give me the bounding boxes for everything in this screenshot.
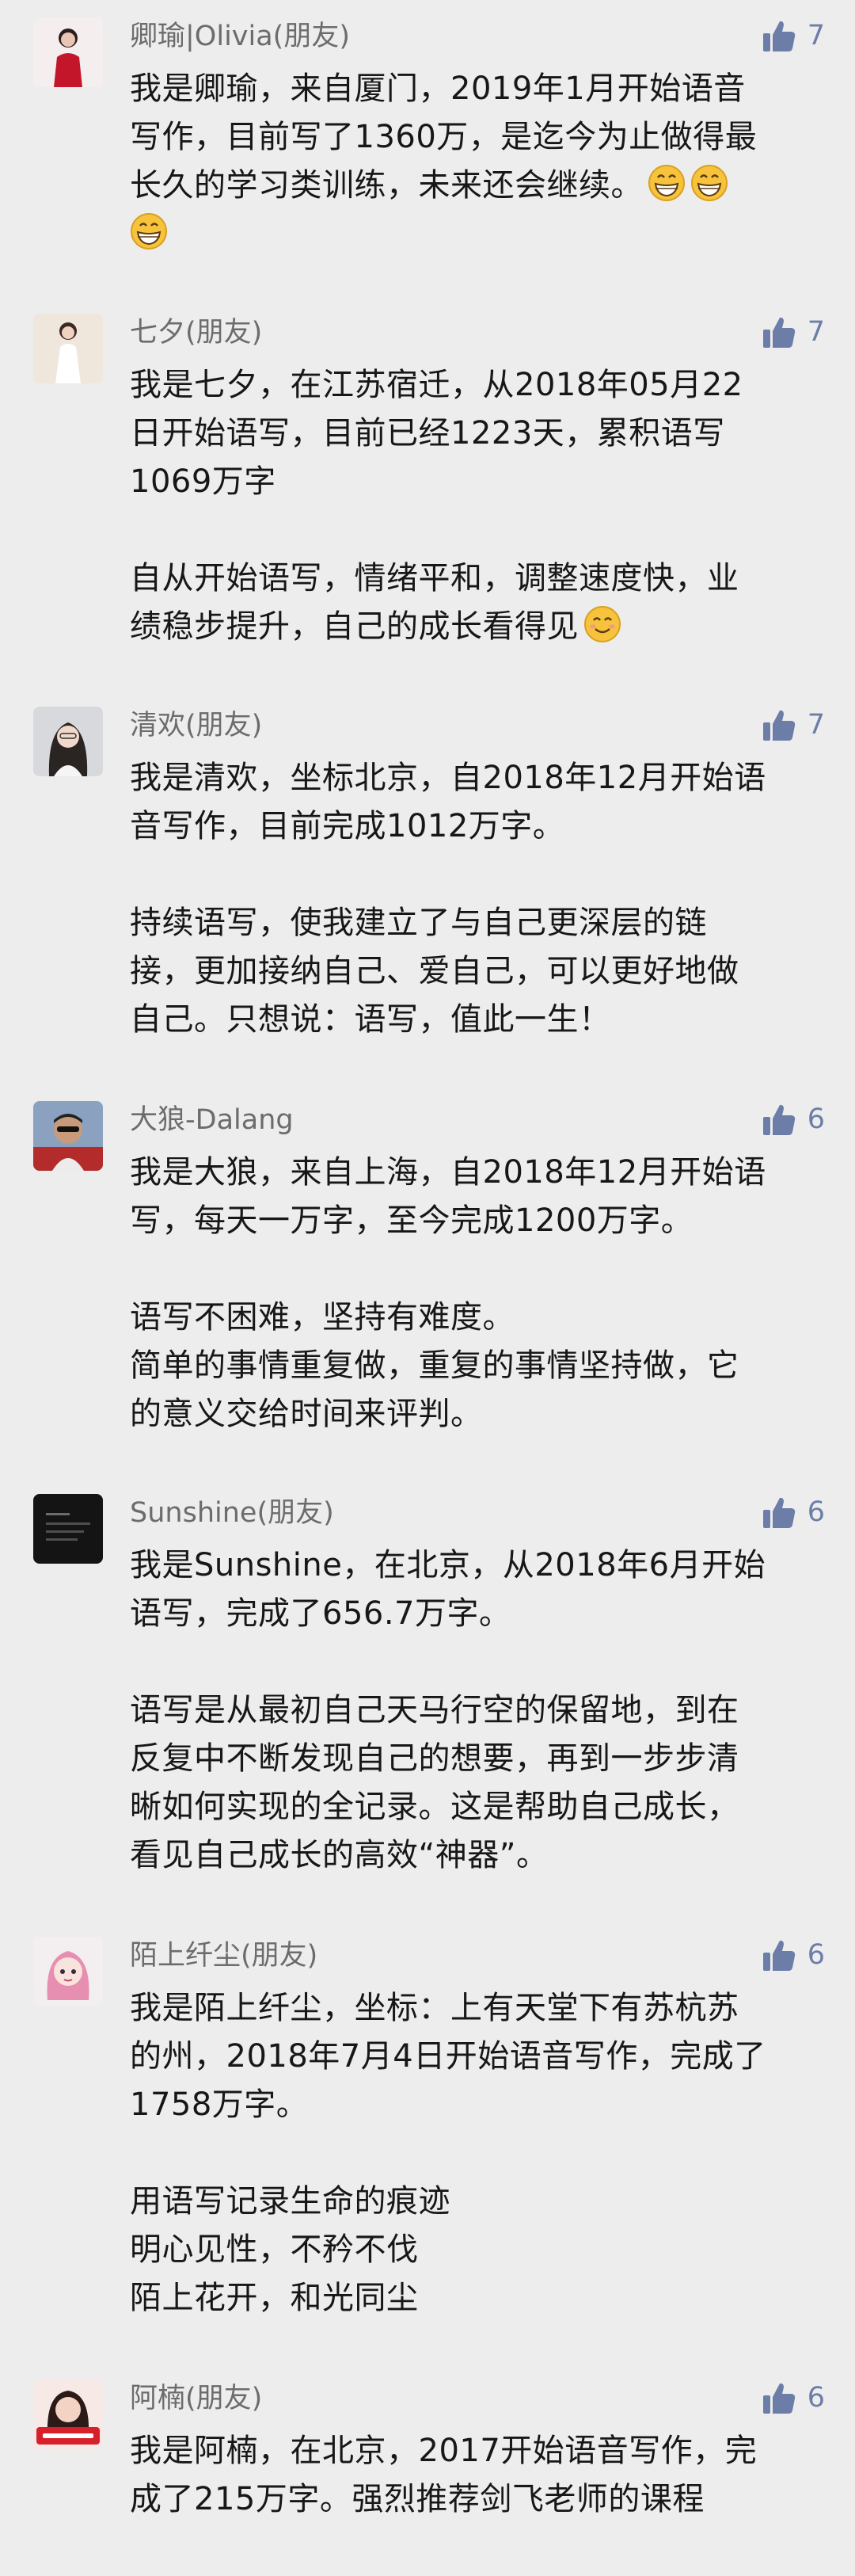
comment-text: 自从开始语写，情绪平和，调整速度快，业 绩稳步提升，自己的成长看得见: [130, 560, 739, 645]
smiling-face-icon: [584, 606, 621, 642]
avatar[interactable]: [33, 17, 103, 87]
thumbs-up-icon: [762, 21, 795, 51]
commenter-name[interactable]: 卿瑜|Olivia(朋友): [130, 19, 350, 54]
comment-text: 我是大狼，来自上海，自2018年12月开始语 写，每天一万字，至今完成1200万…: [130, 1154, 766, 1239]
like-button[interactable]: 6: [762, 2380, 825, 2416]
grinning-face-icon: [691, 165, 728, 201]
comment-text: 我是卿瑜，来自厦门，2019年1月开始语音 写作，目前写了1360万，是迄今为止…: [130, 65, 826, 258]
commenter-name[interactable]: 阿楠(朋友): [130, 2381, 262, 2416]
commenter-name[interactable]: Sunshine(朋友): [130, 1496, 334, 1530]
grinning-face-icon: [131, 213, 167, 250]
avatar[interactable]: [33, 1101, 103, 1171]
comment-text: 我是阿楠，在北京，2017开始语音写作，完 成了215万字。强烈推荐剑飞老师的课…: [130, 2433, 758, 2517]
commenter-name[interactable]: 大狼-Dalang: [130, 1103, 294, 1137]
like-button[interactable]: 7: [762, 17, 825, 54]
comment-feed: 卿瑜|Olivia(朋友) 7 我是卿瑜，来自厦门，2019年1月开始语音 写作…: [0, 0, 855, 2576]
comment-text: 我是陌上纤尘，坐标：上有天堂下有苏杭苏 的州，2018年7月4日开始语音写作，完…: [130, 1990, 766, 2123]
avatar[interactable]: [33, 707, 103, 776]
like-count: 6: [807, 1496, 825, 1528]
comment-text: 我是七夕，在江苏宿迁，从2018年05月22 日开始语写，目前已经1223天，累…: [130, 367, 743, 500]
commenter-name[interactable]: 陌上纤尘(朋友): [130, 1938, 317, 1973]
like-count: 7: [807, 316, 825, 348]
like-count: 6: [807, 1939, 825, 1971]
comment-text: 我是Sunshine，在北京，从2018年6月开始 语写，完成了656.7万字。: [130, 1547, 766, 1632]
like-count: 6: [807, 2382, 825, 2414]
thumbs-up-icon: [762, 710, 795, 741]
commenter-name[interactable]: 清欢(朋友): [130, 708, 262, 743]
comment-text: 我是清欢，坐标北京，自2018年12月开始语 音写作，目前完成1012万字。: [130, 760, 766, 844]
comment-body: 我是卿瑜，来自厦门，2019年1月开始语音 写作，目前写了1360万，是迄今为止…: [130, 65, 826, 258]
comment-body: 我是Sunshine，在北京，从2018年6月开始 语写，完成了656.7万字。…: [130, 1541, 826, 1880]
like-button[interactable]: 7: [762, 314, 825, 350]
thumbs-up-icon: [762, 1497, 795, 1528]
thumbs-up-icon: [762, 1104, 795, 1135]
comment-text: 持续语写，使我建立了与自己更深层的链 接，更加接纳自己、爱自己，可以更好地做 自…: [130, 905, 739, 1038]
comment-text: 语写是从最初自己天马行空的保留地，到在 反复中不断发现自己的想要，再到一步步清 …: [130, 1692, 739, 1873]
comment-body: 我是七夕，在江苏宿迁，从2018年05月22 日开始语写，目前已经1223天，累…: [130, 361, 826, 651]
comment-body: 我是清欢，坐标北京，自2018年12月开始语 音写作，目前完成1012万字。 持…: [130, 754, 826, 1044]
comment-text: 语写不困难，坚持有难度。 简单的事情重复做，重复的事情坚持做，它 的意义交给时间…: [130, 1299, 739, 1432]
comment-body: 我是阿楠，在北京，2017开始语音写作，完 成了215万字。强烈推荐剑飞老师的课…: [130, 2427, 826, 2524]
like-count: 7: [807, 20, 825, 51]
comment-body: 我是大狼，来自上海，自2018年12月开始语 写，每天一万字，至今完成1200万…: [130, 1149, 826, 1439]
like-button[interactable]: 7: [762, 707, 825, 743]
avatar[interactable]: [33, 2380, 103, 2449]
commenter-name[interactable]: 七夕(朋友): [130, 315, 262, 350]
like-button[interactable]: 6: [762, 1937, 825, 1973]
comment-text: 用语写记录生命的痕迹 明心见性，不矜不伐 陌上花开，和光同尘: [130, 2183, 450, 2316]
thumbs-up-icon: [762, 2383, 795, 2414]
like-button[interactable]: 6: [762, 1494, 825, 1530]
avatar[interactable]: [33, 314, 103, 383]
like-count: 6: [807, 1103, 825, 1135]
grinning-face-icon: [648, 165, 685, 201]
comment-body: 我是陌上纤尘，坐标：上有天堂下有苏杭苏 的州，2018年7月4日开始语音写作，完…: [130, 1984, 826, 2323]
like-count: 7: [807, 709, 825, 741]
avatar[interactable]: [33, 1937, 103, 2006]
thumbs-up-icon: [762, 317, 795, 348]
thumbs-up-icon: [762, 1940, 795, 1971]
like-button[interactable]: 6: [762, 1101, 825, 1137]
avatar[interactable]: [33, 1494, 103, 1564]
